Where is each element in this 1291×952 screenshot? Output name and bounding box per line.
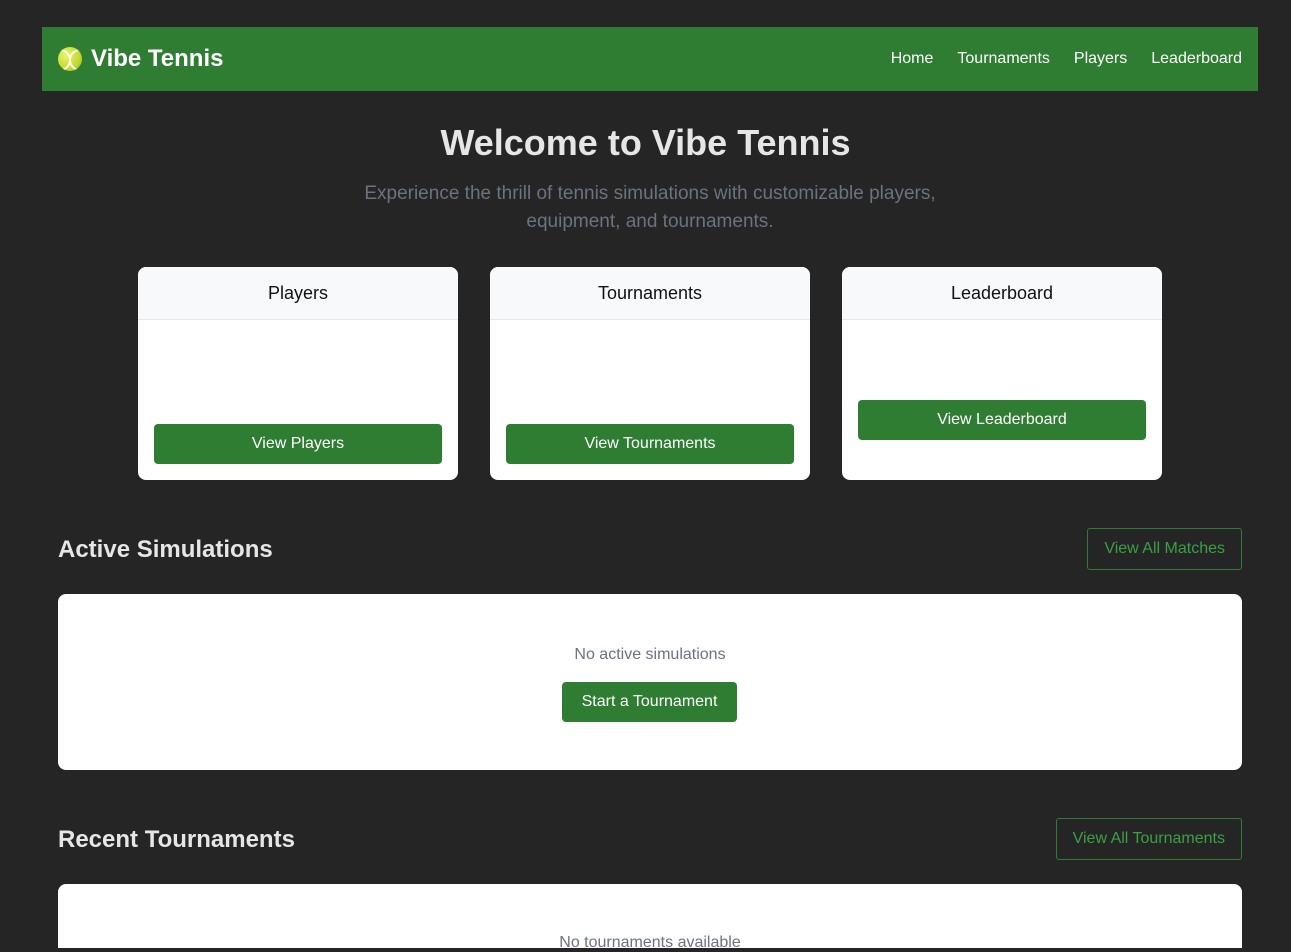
active-simulations-title: Active Simulations bbox=[58, 536, 273, 563]
nav-links: Home Tournaments Players Leaderboard bbox=[891, 50, 1242, 68]
start-tournament-button[interactable]: Start a Tournament bbox=[562, 682, 737, 722]
empty-state-text: No tournaments available bbox=[559, 934, 741, 951]
empty-state-text: No active simulations bbox=[574, 646, 726, 663]
brand-link[interactable]: Vibe Tennis bbox=[58, 45, 223, 73]
brand-name: Vibe Tennis bbox=[91, 45, 224, 72]
view-all-tournaments-button[interactable]: View All Tournaments bbox=[1055, 818, 1242, 860]
recent-tournaments-panel: No tournaments available bbox=[58, 884, 1242, 951]
leaderboard-card: Leaderboard View Leaderboard bbox=[842, 267, 1162, 480]
view-players-button[interactable]: View Players bbox=[154, 424, 442, 464]
nav-link-tournaments[interactable]: Tournaments bbox=[957, 50, 1050, 68]
hero-title: Welcome to Vibe Tennis bbox=[440, 122, 851, 163]
navbar: Vibe Tennis Home Tournaments Players Lea… bbox=[42, 27, 1258, 91]
nav-link-home[interactable]: Home bbox=[891, 50, 934, 68]
tournaments-card-title: Tournaments bbox=[490, 267, 810, 320]
leaderboard-card-title: Leaderboard bbox=[842, 267, 1162, 320]
hero-subtitle: Experience the thrill of tennis simulati… bbox=[364, 183, 936, 232]
view-leaderboard-button[interactable]: View Leaderboard bbox=[858, 400, 1146, 440]
nav-link-players[interactable]: Players bbox=[1074, 50, 1127, 68]
players-card-title: Players bbox=[138, 267, 458, 320]
recent-tournaments-title: Recent Tournaments bbox=[58, 826, 295, 853]
active-simulations-panel: No active simulations Start a Tournament bbox=[58, 594, 1242, 770]
nav-link-leaderboard[interactable]: Leaderboard bbox=[1151, 50, 1242, 68]
view-all-matches-button[interactable]: View All Matches bbox=[1087, 528, 1242, 570]
tournaments-card: Tournaments View Tournaments bbox=[490, 267, 810, 480]
players-card: Players View Players bbox=[138, 267, 458, 480]
view-tournaments-button[interactable]: View Tournaments bbox=[506, 424, 794, 464]
tennis-ball-icon bbox=[58, 47, 82, 71]
